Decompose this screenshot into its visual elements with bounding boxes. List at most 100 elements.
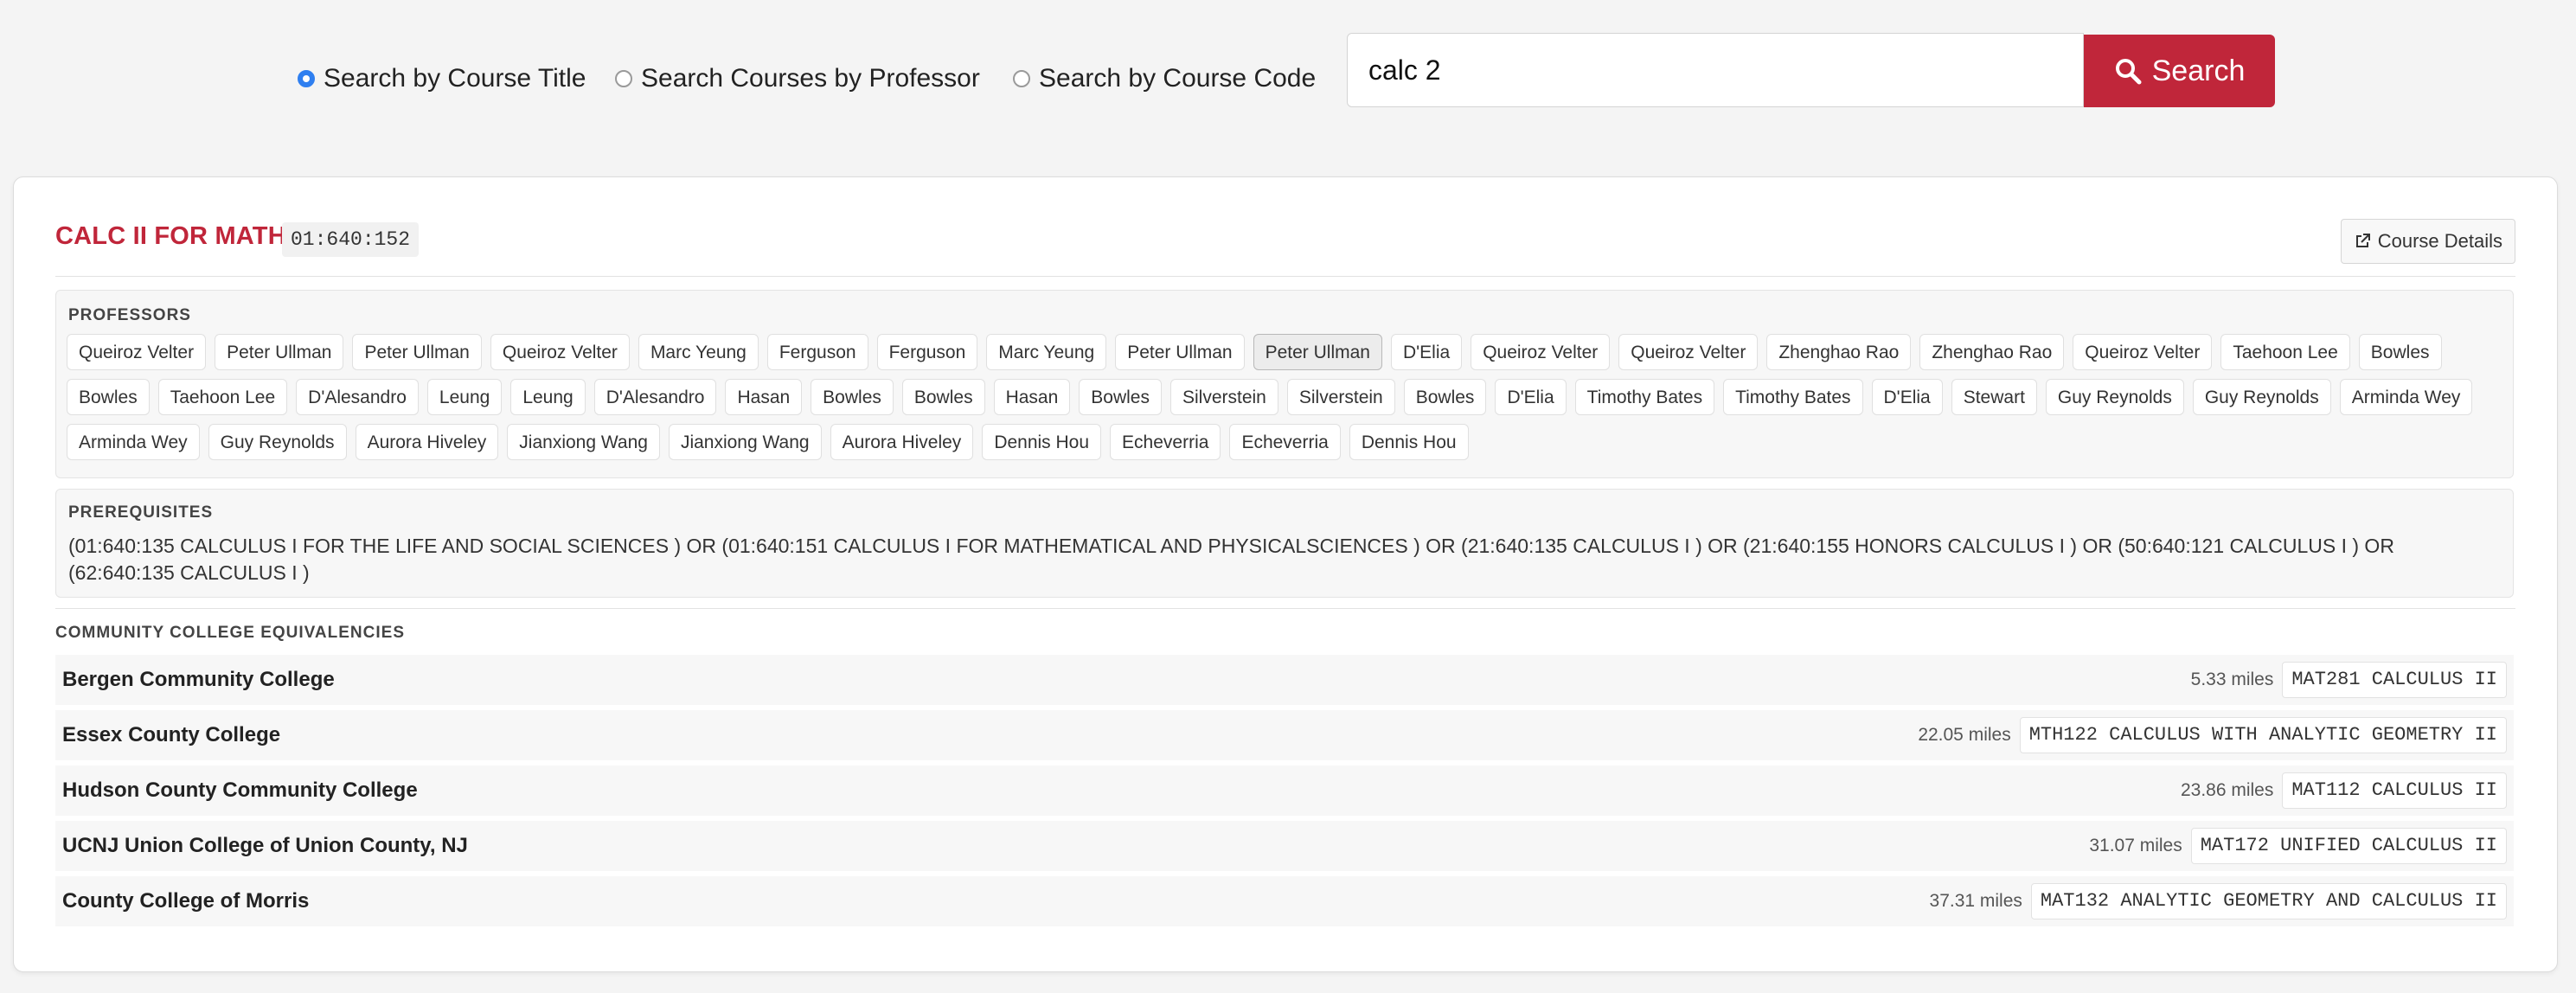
professor-chip[interactable]: Bowles <box>1403 379 1487 415</box>
college-distance: 37.31 miles <box>1929 891 2022 911</box>
equivalent-course-code: MTH122 CALCULUS WITH ANALYTIC GEOMETRY I… <box>2019 717 2507 753</box>
professor-chip[interactable]: D'Alesandro <box>296 379 419 415</box>
professor-chip[interactable]: Jianxiong Wang <box>507 424 660 460</box>
professor-chip[interactable]: Timothy Bates <box>1723 379 1863 415</box>
professor-chip[interactable]: Queiroz Velter <box>490 334 630 370</box>
professor-chip[interactable]: Arminda Wey <box>2339 379 2473 415</box>
course-title: CALC II FOR MATH <box>55 222 286 250</box>
equivalent-course-code: MAT112 CALCULUS II <box>2282 772 2507 809</box>
professor-chip[interactable]: D'Elia <box>1495 379 1567 415</box>
professor-chip[interactable]: D'Elia <box>1871 379 1943 415</box>
cc-equivalency-row: Hudson County Community College 23.86 mil… <box>55 766 2514 816</box>
search-button[interactable]: Search <box>2084 35 2275 107</box>
equivalency-info: 22.05 miles MTH122 CALCULUS WITH ANALYTIC… <box>1918 717 2507 753</box>
professor-chip[interactable]: Zhenghao Rao <box>1766 334 1912 370</box>
professors-heading: PROFESSORS <box>68 306 191 324</box>
course-details-label: Course Details <box>2377 230 2502 252</box>
radio-search-by-title[interactable]: Search by Course Title <box>298 64 586 93</box>
college-distance: 23.86 miles <box>2180 780 2274 800</box>
professor-chip[interactable]: Bowles <box>2358 334 2442 370</box>
cc-equivalency-row: UCNJ Union College of Union County, NJ 31… <box>55 821 2514 871</box>
professor-chip[interactable]: Leung <box>510 379 586 415</box>
divider <box>55 276 2515 277</box>
professor-chip[interactable]: Silverstein <box>1169 379 1278 415</box>
professor-chip[interactable]: Silverstein <box>1286 379 1395 415</box>
professor-chip[interactable]: D'Alesandro <box>593 379 717 415</box>
professor-chip[interactable]: Arminda Wey <box>67 424 200 460</box>
professor-chip[interactable]: Hasan <box>993 379 1071 415</box>
professor-chip[interactable]: Bowles <box>1079 379 1162 415</box>
college-distance: 5.33 miles <box>2190 669 2274 689</box>
radio-search-by-professor[interactable]: Search Courses by Professor <box>615 64 980 93</box>
cc-equivalency-row: Essex County College 22.05 miles MTH122 CA… <box>55 710 2514 760</box>
equivalent-course-code: MAT281 CALCULUS II <box>2282 662 2507 698</box>
professor-chip[interactable]: Echeverria <box>1110 424 1221 460</box>
divider <box>55 608 2515 609</box>
equivalent-course-code: MAT172 UNIFIED CALCULUS II <box>2190 828 2507 864</box>
prerequisites-text: (01:640:135 CALCULUS I FOR THE LIFE AND … <box>68 535 2394 584</box>
professor-chip[interactable]: Bowles <box>67 379 150 415</box>
college-distance: 22.05 miles <box>1918 725 2011 745</box>
professor-chip[interactable]: Taehoon Lee <box>157 379 288 415</box>
radio-search-by-code[interactable]: Search by Course Code <box>1013 64 1316 93</box>
professor-chip[interactable]: D'Elia <box>1391 334 1463 370</box>
professor-chip[interactable]: Zhenghao Rao <box>1919 334 2065 370</box>
professor-chip[interactable]: Leung <box>426 379 503 415</box>
professor-chip[interactable]: Aurora Hiveley <box>355 424 499 460</box>
search-button-label: Search <box>2151 54 2246 87</box>
professor-chip[interactable]: Queiroz Velter <box>1618 334 1759 370</box>
professor-chip[interactable]: Peter Ullman <box>215 334 344 370</box>
professor-chip[interactable]: Queiroz Velter <box>1471 334 1611 370</box>
cc-equivalency-row: Bergen Community College 5.33 miles MAT281… <box>55 655 2514 705</box>
professor-chip[interactable]: Guy Reynolds <box>2192 379 2331 415</box>
college-distance: 31.07 miles <box>2089 836 2182 855</box>
professor-chip[interactable]: Guy Reynolds <box>2045 379 2184 415</box>
college-name: Hudson County Community College <box>62 778 418 802</box>
college-name: Bergen Community College <box>62 668 335 691</box>
professor-chip[interactable]: Peter Ullman <box>1115 334 1245 370</box>
search-input[interactable] <box>1347 33 2084 107</box>
professor-chip[interactable]: Queiroz Velter <box>67 334 207 370</box>
professor-chip[interactable]: Peter Ullman <box>352 334 482 370</box>
external-link-icon <box>2355 234 2370 247</box>
professor-chip[interactable]: Dennis Hou <box>1349 424 1469 460</box>
professor-chip[interactable]: Echeverria <box>1229 424 1341 460</box>
professor-chip[interactable]: Ferguson <box>876 334 978 370</box>
cc-equivalencies-heading: COMMUNITY COLLEGE EQUIVALENCIES <box>55 624 405 642</box>
college-name: County College of Morris <box>62 889 310 913</box>
course-details-button[interactable]: Course Details <box>2340 219 2515 264</box>
cc-equivalency-row: County College of Morris 37.31 miles MAT13… <box>55 876 2514 926</box>
professor-list: Queiroz Velter Peter Ullman Peter Ullman Qu… <box>67 334 2506 469</box>
professor-chip[interactable]: Hasan <box>725 379 803 415</box>
professor-chip[interactable]: Jianxiong Wang <box>668 424 822 460</box>
professor-chip[interactable]: Marc Yeung <box>986 334 1107 370</box>
college-name: UCNJ Union College of Union County, NJ <box>62 834 468 857</box>
course-card: CALC II FOR MATH 01:640:152 Course Detai… <box>13 176 2558 972</box>
professor-chip[interactable]: Marc Yeung <box>638 334 759 370</box>
course-code-badge: 01:640:152 <box>282 222 420 257</box>
radio-button[interactable] <box>1013 70 1030 87</box>
professor-chip[interactable]: Peter Ullman <box>1253 334 1382 370</box>
search-icon <box>2115 59 2142 85</box>
professor-chip[interactable]: Ferguson <box>766 334 868 370</box>
professor-chip[interactable]: Aurora Hiveley <box>830 424 974 460</box>
professor-chip[interactable]: Taehoon Lee <box>2220 334 2350 370</box>
professor-chip[interactable]: Bowles <box>901 379 985 415</box>
prerequisites-heading: PREREQUISITES <box>68 503 214 522</box>
college-name: Essex County College <box>62 723 281 746</box>
radio-button[interactable] <box>615 70 632 87</box>
equivalency-info: 37.31 miles MAT132 ANALYTIC GEOMETRY AND … <box>1930 883 2507 919</box>
professors-panel: PROFESSORS Queiroz Velter Peter Ullman Pet… <box>55 290 2514 478</box>
professor-chip[interactable]: Guy Reynolds <box>208 424 347 460</box>
radio-label: Search Courses by Professor <box>641 64 980 93</box>
professor-chip[interactable]: Timothy Bates <box>1574 379 1715 415</box>
professor-chip[interactable]: Queiroz Velter <box>2073 334 2213 370</box>
professor-chip[interactable]: Dennis Hou <box>982 424 1102 460</box>
radio-button[interactable] <box>298 70 315 87</box>
professor-chip[interactable]: Bowles <box>811 379 894 415</box>
equivalent-course-code: MAT132 ANALYTIC GEOMETRY AND CALCULUS II <box>2030 883 2507 919</box>
equivalency-info: 5.33 miles MAT281 CALCULUS II <box>2191 662 2507 698</box>
equivalency-info: 23.86 miles MAT112 CALCULUS II <box>2181 772 2507 809</box>
professor-chip[interactable]: Stewart <box>1951 379 2037 415</box>
radio-label: Search by Course Title <box>324 64 586 93</box>
